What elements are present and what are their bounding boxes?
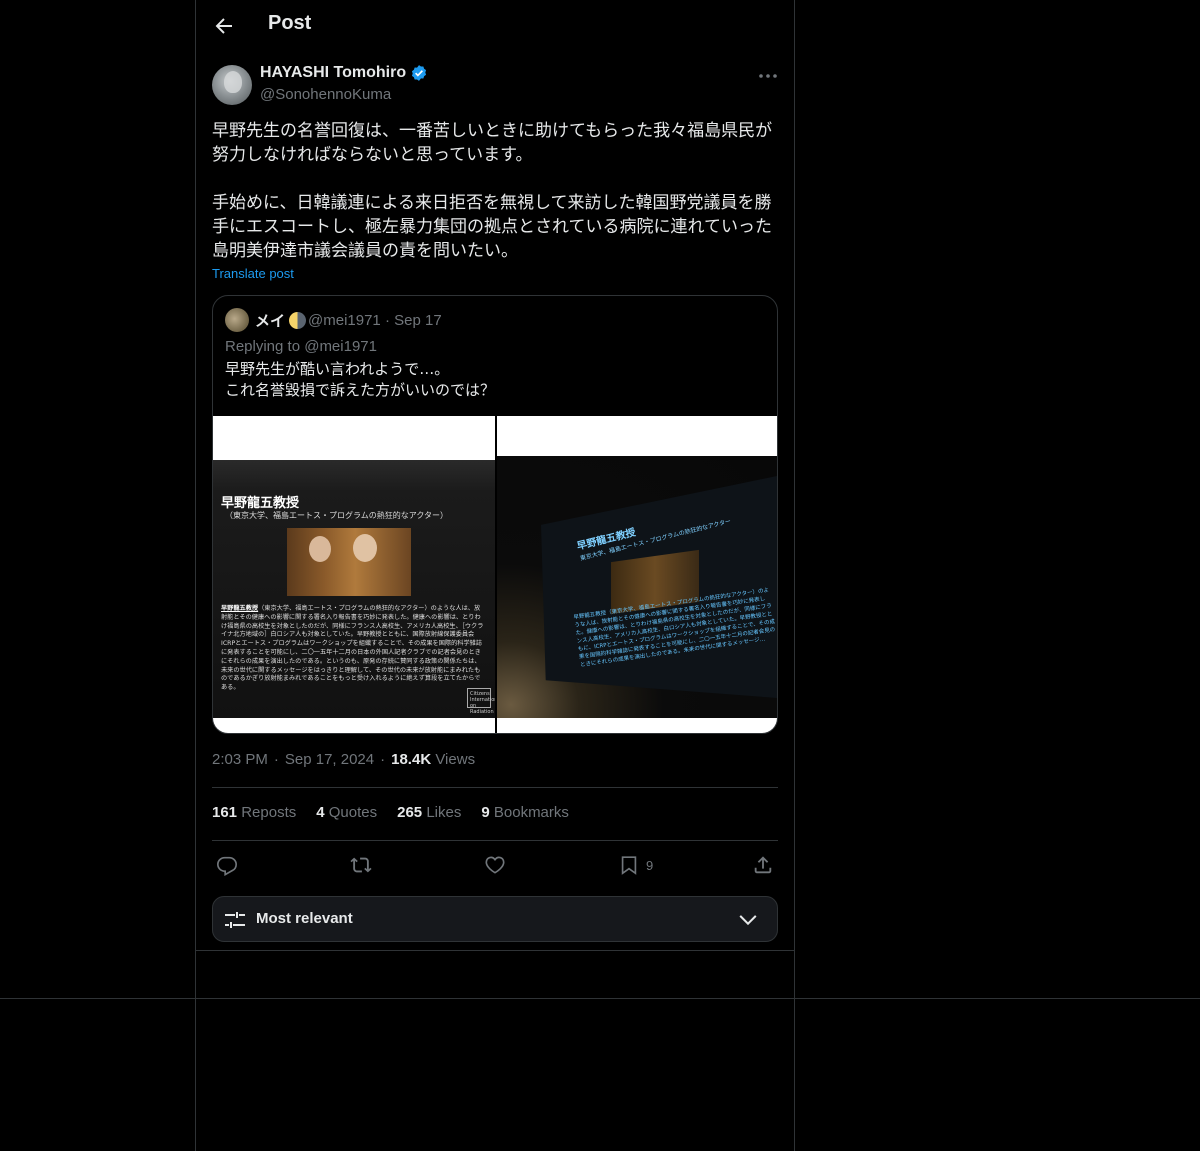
divider-full	[0, 998, 1200, 999]
quotes-stat[interactable]: 4 Quotes	[316, 804, 377, 821]
likes-label: Likes	[426, 804, 462, 821]
quote-text: 早野先生が酷い言われようで…。 これ名誉毀損で訴えた方がいいのでは？	[225, 360, 496, 399]
post-stats: 161 Reposts 4 Quotes 265 Likes 9 Bookmar…	[212, 804, 569, 821]
bookmark-count: 9	[646, 857, 654, 873]
quote-author-name-text[interactable]: メイ	[255, 310, 285, 331]
author-name-text[interactable]: HAYASHI Tomohiro	[260, 64, 406, 82]
back-arrow-icon[interactable]	[212, 14, 236, 38]
author-name[interactable]: HAYASHI Tomohiro	[260, 64, 428, 82]
sliders-icon	[225, 912, 245, 928]
slide-body-highlight: 早野龍五教授	[221, 605, 259, 612]
quote-handle-date: @mei1971 · Sep 17	[308, 312, 442, 329]
likes-count: 265	[397, 804, 423, 821]
bookmark-button[interactable]: 9	[618, 853, 653, 877]
separator-dot: ·	[384, 312, 395, 329]
avatar[interactable]	[212, 65, 252, 105]
slide-body: 早野龍五教授（東京大学、福島エートス・プログラムの熱狂的なアクター）のような人は…	[221, 605, 485, 693]
quote-avatar[interactable]	[225, 308, 249, 332]
author-handle[interactable]: @SonohennoKuma	[260, 86, 391, 103]
likes-stat[interactable]: 265 Likes	[397, 804, 461, 821]
chevron-down-icon	[739, 915, 757, 926]
page-title: Post	[268, 12, 312, 34]
repost-button[interactable]	[350, 853, 372, 877]
repost-icon	[350, 857, 372, 873]
reply-button[interactable]	[216, 853, 238, 877]
separator-dot: ·	[273, 751, 279, 768]
citizens-logo: Citizens International on Radiation	[467, 688, 495, 715]
quotes-count: 4	[316, 804, 325, 821]
share-button[interactable]	[752, 853, 774, 877]
reply-icon	[217, 856, 237, 876]
heart-icon	[485, 856, 505, 874]
bookmarks-count: 9	[481, 804, 490, 821]
quote-date: Sep 17	[394, 312, 442, 329]
replying-to[interactable]: Replying to @mei1971	[225, 338, 377, 355]
slide-background: 早野龍五教授 （東京大学、福島エートス・プログラムの熱狂的なアクター） 早野龍五…	[213, 460, 495, 718]
quotes-label: Quotes	[328, 804, 378, 821]
slide-photo	[287, 528, 411, 596]
verified-badge-icon	[412, 65, 427, 81]
action-bar: 9	[212, 853, 778, 879]
moon-emoji-icon	[289, 312, 307, 329]
divider-bottom	[196, 950, 794, 951]
views-label: Views	[435, 751, 476, 768]
bookmark-icon	[621, 856, 637, 875]
quote-handle: @mei1971	[308, 312, 381, 329]
slide-body-text: （東京大学、福島エートス・プログラムの熱狂的なアクター）のような人は、放射能とそ…	[221, 605, 484, 692]
post-header: Post	[196, 0, 794, 53]
bookmarks-label: Bookmarks	[493, 804, 569, 821]
slide-title: 早野龍五教授	[221, 496, 300, 511]
views-count: 18.4K	[391, 751, 432, 768]
quote-image-2[interactable]: 早野龍五教授 東京大学、福島エートス・プログラムの熱狂的なアクター 早野龍五教授…	[497, 416, 777, 733]
post-date[interactable]: Sep 17, 2024	[285, 751, 374, 768]
post-meta: 2:03 PM · Sep 17, 2024 · 18.4K Views	[212, 751, 475, 768]
translate-post-link[interactable]: Translate post	[212, 266, 294, 281]
projection-room: 早野龍五教授 東京大学、福島エートス・プログラムの熱狂的なアクター 早野龍五教授…	[497, 456, 777, 718]
like-button[interactable]	[484, 853, 506, 877]
separator-dot: ·	[380, 751, 386, 768]
sort-label: Most relevant	[256, 910, 353, 927]
post-text: 早野先生の名誉回復は、一番苦しいときに助けてもらった我々福島県民が努力しなければ…	[212, 121, 773, 261]
reposts-count: 161	[212, 804, 238, 821]
reposts-stat[interactable]: 161 Reposts	[212, 804, 296, 821]
main-column: Post HAYASHI Tomohiro @SonohennoKuma 早野先…	[195, 0, 795, 1151]
divider-stats	[212, 840, 778, 841]
sort-replies-dropdown[interactable]: Most relevant	[212, 896, 778, 942]
more-options-icon[interactable]	[756, 66, 780, 86]
quote-author-name[interactable]: メイ	[255, 310, 307, 331]
share-icon	[754, 856, 772, 874]
views: 18.4K Views	[391, 751, 475, 768]
slide-subtitle: （東京大学、福島エートス・プログラムの熱狂的なアクター）	[225, 511, 449, 520]
bookmarks-stat[interactable]: 9 Bookmarks	[481, 804, 569, 821]
post-time[interactable]: 2:03 PM	[212, 751, 268, 768]
quoted-post[interactable]: メイ @mei1971 · Sep 17 Replying to @mei197…	[212, 295, 778, 734]
quote-image-1[interactable]: 早野龍五教授 （東京大学、福島エートス・プログラムの熱狂的なアクター） 早野龍五…	[213, 416, 495, 733]
reposts-label: Reposts	[241, 804, 297, 821]
divider-meta	[212, 787, 778, 788]
